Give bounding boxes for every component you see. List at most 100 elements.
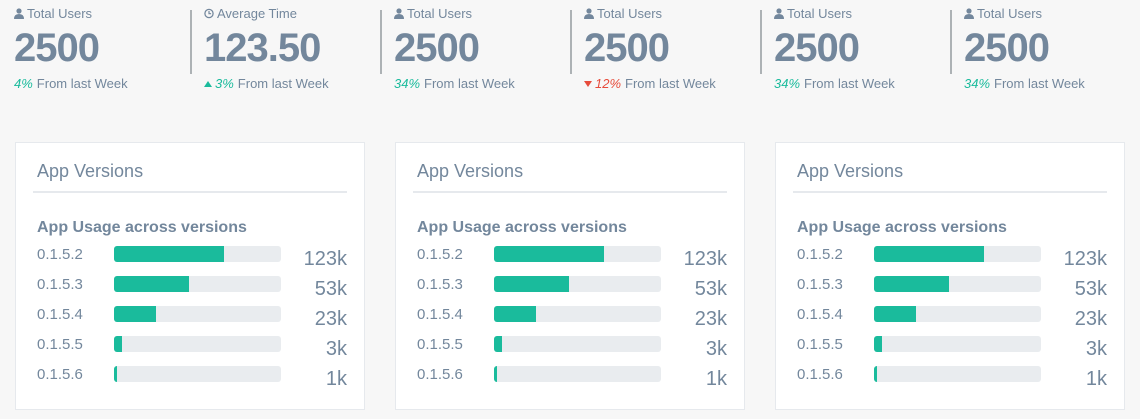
- panel-title: App Versions: [37, 161, 144, 181]
- usage-bar-track: [494, 246, 661, 262]
- usage-bar-fill: [114, 246, 225, 262]
- version-row: 0.1.5.3 53k: [797, 273, 1107, 300]
- stat-tile: Total Users 2500 12% From last Week: [570, 0, 760, 100]
- version-row: 0.1.5.6 1k: [797, 363, 1107, 390]
- stat-foot: 12% From last Week: [584, 76, 716, 91]
- usage-bar-fill: [114, 306, 156, 322]
- usage-bar-track: [494, 306, 661, 322]
- usage-bar-track: [114, 276, 281, 292]
- stat-foot: 3% From last Week: [204, 76, 329, 91]
- stat-foot-text: From last Week: [625, 76, 716, 91]
- version-row: 0.1.5.4 23k: [797, 303, 1107, 330]
- usage-value: 1k: [705, 368, 727, 390]
- stat-percent: 12%: [595, 76, 622, 91]
- usage-bar-fill: [114, 336, 123, 352]
- version-label: 0.1.5.5: [797, 336, 843, 353]
- version-label: 0.1.5.2: [37, 246, 83, 263]
- panel-subtitle: App Usage across versions: [37, 219, 247, 236]
- usage-value: 1k: [325, 368, 347, 390]
- version-label: 0.1.5.4: [797, 306, 843, 323]
- stat-count: 2500: [964, 26, 1050, 70]
- stat-label-text: Total Users: [407, 6, 473, 21]
- version-row: 0.1.5.6 1k: [417, 363, 727, 390]
- stat-label: Total Users: [394, 6, 472, 21]
- version-row: 0.1.5.2 123k: [37, 243, 347, 270]
- version-row: 0.1.5.2 123k: [417, 243, 727, 270]
- usage-value: 53k: [1074, 278, 1107, 300]
- usage-bar-fill: [494, 336, 503, 352]
- version-row: 0.1.5.3 53k: [37, 273, 347, 300]
- stat-foot-text: From last Week: [36, 76, 128, 91]
- usage-value: 123k: [303, 248, 347, 270]
- usage-bar-track: [494, 336, 661, 352]
- stat-label: Total Users: [964, 6, 1042, 21]
- usage-value: 23k: [1074, 308, 1107, 330]
- stat-foot: 34% From last Week: [774, 76, 895, 91]
- stat-foot-text: From last Week: [237, 76, 329, 91]
- usage-value: 53k: [694, 278, 727, 300]
- stat-tile: Total Users 2500 34% From last Week: [380, 0, 570, 100]
- usage-value: 3k: [705, 338, 727, 360]
- version-row: 0.1.5.3 53k: [417, 273, 727, 300]
- usage-bar-track: [494, 276, 661, 292]
- usage-value: 123k: [683, 248, 727, 270]
- stats-row: Total Users 2500 4% From last Week Avera…: [0, 0, 1140, 110]
- usage-value: 23k: [314, 308, 347, 330]
- version-label: 0.1.5.2: [797, 246, 843, 263]
- usage-bar-fill: [874, 306, 916, 322]
- version-label: 0.1.5.5: [417, 336, 463, 353]
- usage-bar-track: [874, 246, 1041, 262]
- usage-bar-track: [874, 336, 1041, 352]
- usage-bar-track: [874, 306, 1041, 322]
- usage-bar-fill: [494, 306, 536, 322]
- stat-foot-text: From last Week: [424, 76, 515, 91]
- version-label: 0.1.5.4: [417, 306, 463, 323]
- usage-bar-fill: [874, 366, 878, 382]
- stat-count: 2500: [394, 26, 480, 70]
- usage-bar-fill: [114, 276, 190, 292]
- panel-subtitle: App Usage across versions: [797, 219, 1007, 236]
- stat-tile: Total Users 2500 34% From last Week: [950, 0, 1140, 100]
- panel-divider: [413, 191, 727, 193]
- version-label: 0.1.5.6: [37, 366, 83, 383]
- version-row: 0.1.5.4 23k: [417, 303, 727, 330]
- app-versions-panel: App Versions App Usage across versions 0…: [395, 142, 745, 410]
- stat-count: 2500: [584, 26, 670, 70]
- version-row: 0.1.5.6 1k: [37, 363, 347, 390]
- stat-count: 2500: [774, 26, 860, 70]
- stat-tile: Total Users 2500 34% From last Week: [760, 0, 950, 100]
- app-versions-panel: App Versions App Usage across versions 0…: [775, 142, 1125, 410]
- usage-bar-track: [494, 366, 661, 382]
- version-row: 0.1.5.5 3k: [417, 333, 727, 360]
- user-icon: [964, 8, 974, 19]
- usage-value: 3k: [325, 338, 347, 360]
- usage-bar-track: [114, 336, 281, 352]
- caret-up-icon: [204, 80, 212, 87]
- stat-tile: Total Users 2500 4% From last Week: [0, 0, 190, 100]
- usage-bar-track: [114, 366, 281, 382]
- version-row: 0.1.5.2 123k: [797, 243, 1107, 270]
- usage-bar-fill: [494, 366, 498, 382]
- usage-value: 23k: [694, 308, 727, 330]
- usage-bar-fill: [494, 276, 570, 292]
- stat-label: Total Users: [774, 6, 852, 21]
- stat-count: 123.50: [204, 26, 321, 70]
- version-label: 0.1.5.6: [417, 366, 463, 383]
- usage-bar-fill: [874, 246, 985, 262]
- version-label: 0.1.5.5: [37, 336, 83, 353]
- panel-divider: [793, 191, 1107, 193]
- usage-bar-fill: [874, 336, 883, 352]
- usage-bar-track: [874, 276, 1041, 292]
- stat-count: 2500: [14, 26, 100, 70]
- user-icon: [394, 8, 404, 19]
- stat-foot: 34% From last Week: [964, 76, 1085, 91]
- stat-foot: 34% From last Week: [394, 76, 515, 91]
- user-icon: [14, 8, 24, 19]
- stat-label-text: Total Users: [27, 6, 93, 21]
- stat-foot: 4% From last Week: [14, 76, 128, 91]
- stat-percent: 34%: [394, 76, 421, 91]
- usage-bar-fill: [494, 246, 605, 262]
- panel-divider: [33, 191, 347, 193]
- stat-label: Total Users: [14, 6, 92, 21]
- panel-subtitle: App Usage across versions: [417, 219, 627, 236]
